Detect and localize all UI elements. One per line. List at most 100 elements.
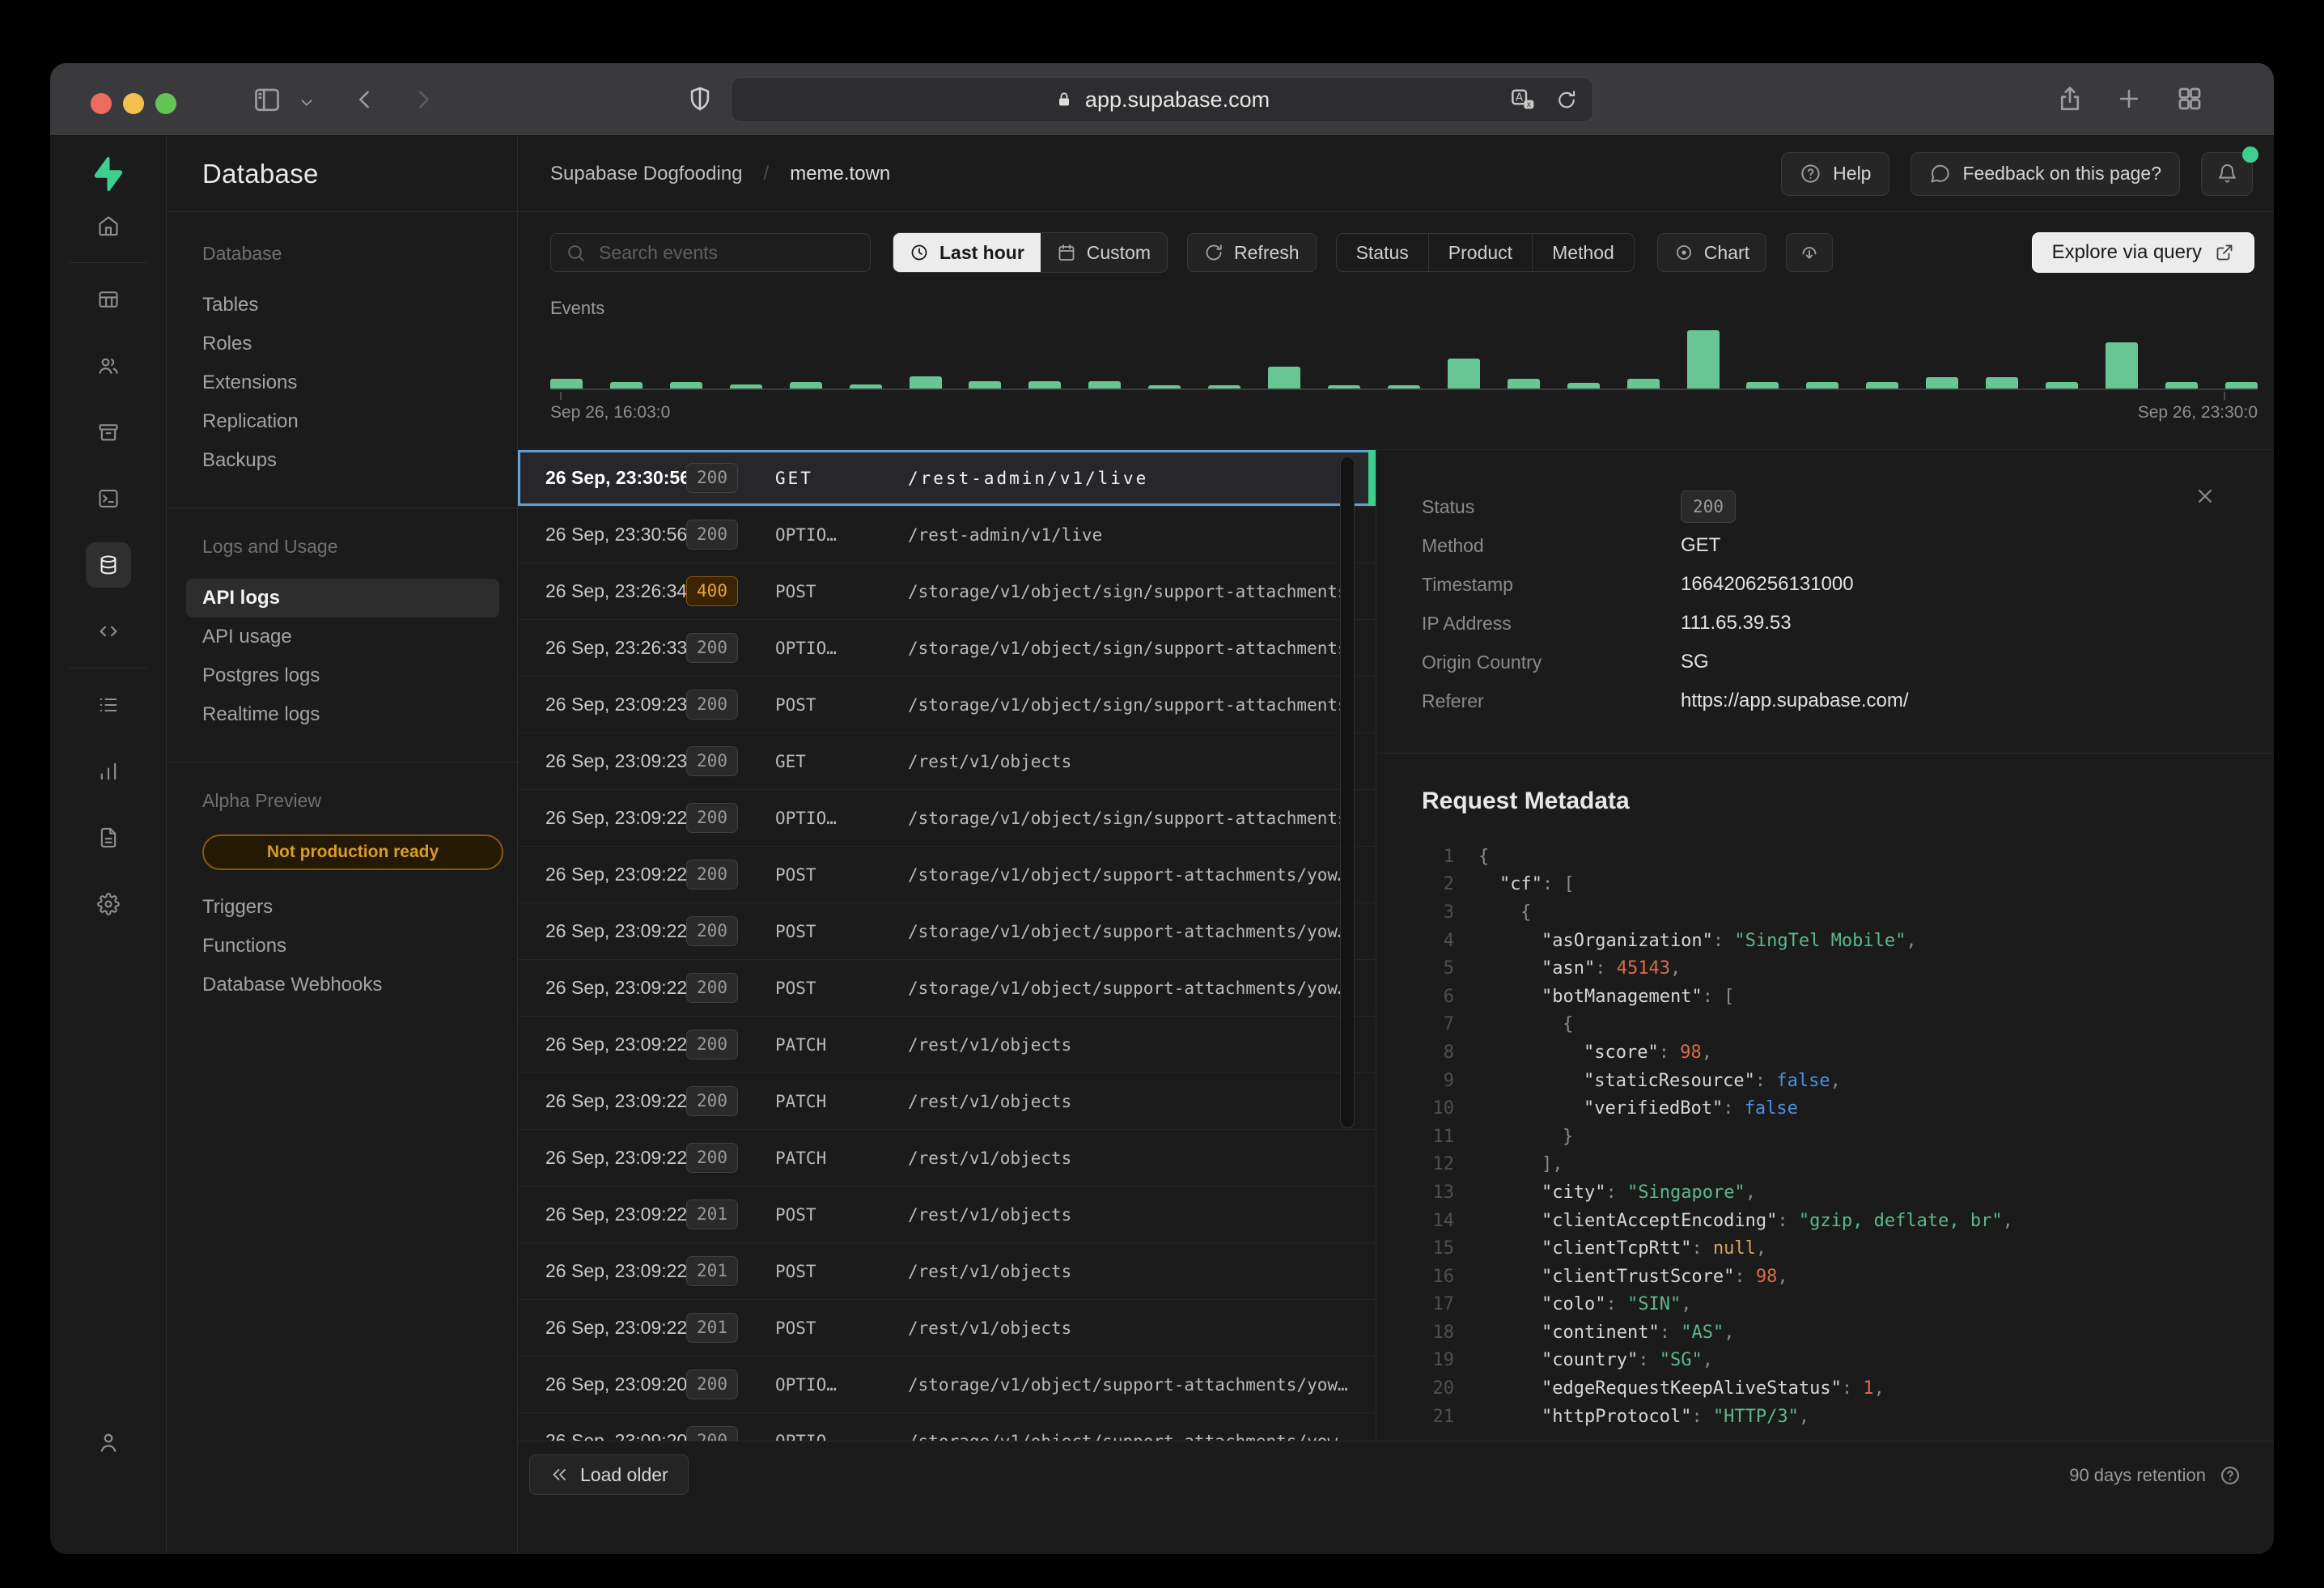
log-row[interactable]: 26 Sep, 23:09:22 201 POST /rest/v1/objec… [518,1243,1376,1300]
chart-bar[interactable] [670,382,702,389]
menu-item-functions[interactable]: Functions [202,927,501,966]
log-row[interactable]: 26 Sep, 23:09:23 200 GET /rest/v1/object… [518,733,1376,790]
chart-bar[interactable] [1746,382,1779,389]
chart-bar[interactable] [2165,382,2198,389]
chart-bar[interactable] [790,382,822,389]
chart-bar[interactable] [1448,359,1480,389]
sidebar-toggle-icon[interactable] [252,85,282,114]
menu-item-api-usage[interactable]: API usage [202,618,501,656]
filter-method-button[interactable]: Method [1532,234,1634,271]
menu-item-api-logs[interactable]: API logs [186,579,499,618]
question-circle-icon[interactable] [2219,1464,2241,1487]
close-icon[interactable] [2193,484,2217,508]
breadcrumb-project[interactable]: Supabase Dogfooding [550,163,743,185]
log-row[interactable]: 26 Sep, 23:09:22 200 PATCH /rest/v1/obje… [518,1130,1376,1187]
chart-bar[interactable] [1866,382,1898,389]
download-logs-button[interactable] [1786,233,1833,272]
window-minimize-button[interactable] [123,93,144,114]
chart-bar[interactable] [1508,379,1540,389]
log-row[interactable]: 26 Sep, 23:09:22 200 POST /storage/v1/ob… [518,903,1376,960]
rail-item-users[interactable] [50,333,166,399]
chart-bar[interactable] [1028,381,1061,389]
rail-item-home[interactable] [50,193,166,259]
rail-item-terminal[interactable] [50,465,166,532]
chart-bar[interactable] [2046,382,2078,389]
explore-via-query-button[interactable]: Explore via query [2032,232,2254,273]
search-input[interactable] [599,242,855,264]
chart-bar[interactable] [1806,382,1838,389]
chart-bar[interactable] [1627,379,1660,389]
log-row[interactable]: 26 Sep, 23:09:20 200 OPTIO… /storage/v1/… [518,1357,1376,1413]
events-bar-chart[interactable] [550,332,2258,390]
chart-bar[interactable] [610,382,642,389]
chart-bar[interactable] [969,381,1001,389]
log-row[interactable]: 26 Sep, 23:09:20 200 OPTIO… /storage/v1/… [518,1413,1376,1441]
chart-bar[interactable] [730,384,762,389]
log-row[interactable]: 26 Sep, 23:09:22 200 OPTIO… /storage/v1/… [518,790,1376,847]
menu-item-postgres-logs[interactable]: Postgres logs [202,656,501,695]
rail-item-table[interactable] [50,266,166,333]
log-row[interactable]: 26 Sep, 23:26:34 400 POST /storage/v1/ob… [518,563,1376,620]
menu-item-roles[interactable]: Roles [202,325,501,363]
request-metadata-code[interactable]: 1 { 2 "cf": [ 3 { 4 "asOrganization": "S… [1422,843,2235,1430]
rail-item-database[interactable] [50,532,166,598]
log-row[interactable]: 26 Sep, 23:09:22 200 POST /storage/v1/ob… [518,960,1376,1017]
chart-bar[interactable] [1208,385,1240,389]
rail-item-code[interactable] [50,598,166,664]
refresh-button[interactable]: Refresh [1187,233,1317,272]
translate-icon[interactable]: Ax [1510,87,1536,113]
breadcrumb-page[interactable]: meme.town [790,163,890,185]
back-icon[interactable] [351,86,379,113]
search-events-box[interactable] [550,233,871,272]
menu-item-triggers[interactable]: Triggers [202,888,501,927]
chart-bar[interactable] [2225,382,2258,389]
menu-item-database-webhooks[interactable]: Database Webhooks [202,966,501,1004]
rail-item-list[interactable] [50,672,166,738]
log-row[interactable]: 26 Sep, 23:09:22 200 POST /storage/v1/ob… [518,847,1376,903]
log-row[interactable]: 26 Sep, 23:09:23 200 POST /storage/v1/ob… [518,677,1376,733]
rail-item-docs[interactable] [50,805,166,871]
log-row[interactable]: 26 Sep, 23:09:22 200 PATCH /rest/v1/obje… [518,1073,1376,1130]
load-older-button[interactable]: Load older [529,1454,689,1495]
chart-bar[interactable] [910,376,942,389]
menu-item-replication[interactable]: Replication [202,402,501,441]
reload-icon[interactable] [1555,88,1578,111]
menu-item-tables[interactable]: Tables [202,286,501,325]
chart-bar[interactable] [1926,377,1958,389]
new-tab-icon[interactable] [2115,85,2143,113]
privacy-shield-icon[interactable] [686,85,714,113]
last-hour-button[interactable]: Last hour [893,233,1041,272]
chart-bar[interactable] [1687,330,1720,389]
filter-product-button[interactable]: Product [1428,234,1532,271]
feedback-button[interactable]: Feedback on this page? [1911,152,2180,196]
chart-bar[interactable] [1148,385,1181,389]
log-row[interactable]: 26 Sep, 23:26:33 200 OPTIO… /storage/v1/… [518,620,1376,677]
forward-icon[interactable] [409,86,437,113]
log-row[interactable]: 26 Sep, 23:09:22 201 POST /rest/v1/objec… [518,1187,1376,1243]
chart-bar[interactable] [2106,342,2138,389]
menu-item-extensions[interactable]: Extensions [202,363,501,402]
window-zoom-button[interactable] [155,93,176,114]
window-close-button[interactable] [91,93,112,114]
chart-bar[interactable] [1388,385,1420,389]
chart-bar[interactable] [850,384,882,389]
log-row[interactable]: 26 Sep, 23:30:56 200 GET /rest-admin/v1/… [518,450,1376,507]
rail-item-reports[interactable] [50,738,166,805]
help-button[interactable]: Help [1781,152,1889,196]
rail-item-settings[interactable] [50,871,166,937]
chevron-down-icon[interactable] [298,94,316,112]
menu-item-backups[interactable]: Backups [202,441,501,480]
log-row[interactable]: 26 Sep, 23:09:22 201 POST /rest/v1/objec… [518,1300,1376,1357]
filter-status-button[interactable]: Status [1337,234,1428,271]
chart-bar[interactable] [1986,377,2018,389]
share-icon[interactable] [2055,84,2084,113]
menu-item-realtime-logs[interactable]: Realtime logs [202,695,501,734]
supabase-logo-icon[interactable] [90,155,127,193]
chart-bar[interactable] [1088,381,1121,389]
custom-range-button[interactable]: Custom [1041,233,1167,272]
address-bar[interactable]: app.supabase.com Ax [731,77,1593,122]
tab-overview-icon[interactable] [2175,84,2204,113]
chart-toggle-button[interactable]: Chart [1657,233,1766,272]
chart-bar[interactable] [550,379,583,389]
log-row[interactable]: 26 Sep, 23:30:56 200 OPTIO… /rest-admin/… [518,507,1376,563]
